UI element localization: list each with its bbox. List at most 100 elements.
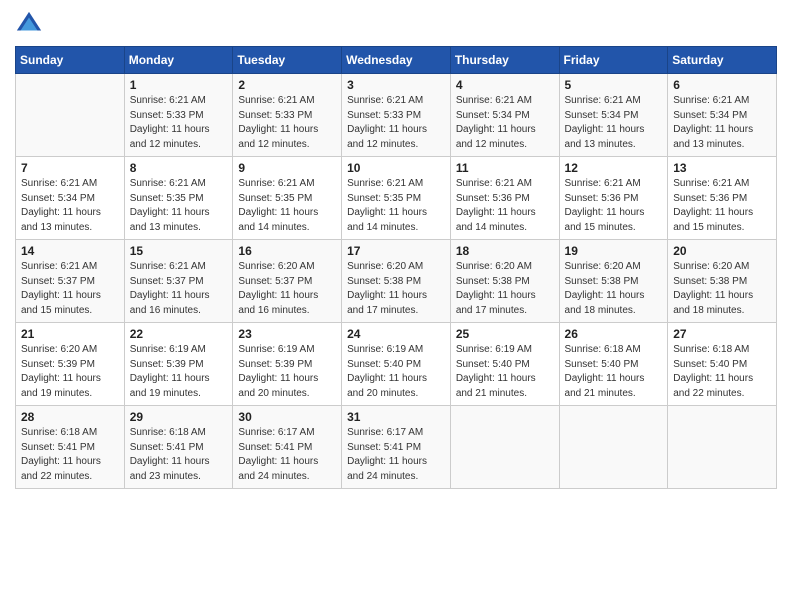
day-info: Sunrise: 6:19 AM Sunset: 5:40 PM Dayligh… xyxy=(456,343,554,401)
day-number: 10 xyxy=(347,161,445,175)
day-info: Sunrise: 6:18 AM Sunset: 5:40 PM Dayligh… xyxy=(673,343,771,401)
calendar-cell: 23 Sunrise: 6:19 AM Sunset: 5:39 PM Dayli… xyxy=(233,323,342,406)
calendar-cell: 28 Sunrise: 6:18 AM Sunset: 5:41 PM Dayli… xyxy=(16,406,125,489)
day-info: Sunrise: 6:21 AM Sunset: 5:36 PM Dayligh… xyxy=(673,177,771,235)
day-info: Sunrise: 6:19 AM Sunset: 5:40 PM Dayligh… xyxy=(347,343,445,401)
calendar-cell: 5 Sunrise: 6:21 AM Sunset: 5:34 PM Daylig… xyxy=(559,74,668,157)
day-info: Sunrise: 6:20 AM Sunset: 5:38 PM Dayligh… xyxy=(673,260,771,318)
calendar-cell: 21 Sunrise: 6:20 AM Sunset: 5:39 PM Dayli… xyxy=(16,323,125,406)
column-header-saturday: Saturday xyxy=(668,47,777,74)
calendar-cell: 7Sunrise: 6:21 AM Sunset: 5:34 PM Daylig… xyxy=(16,157,125,240)
day-info: Sunrise: 6:21 AM Sunset: 5:37 PM Dayligh… xyxy=(130,260,228,318)
calendar-week-row: 28 Sunrise: 6:18 AM Sunset: 5:41 PM Dayli… xyxy=(16,406,777,489)
calendar-week-row: 14 Sunrise: 6:21 AM Sunset: 5:37 PM Dayli… xyxy=(16,240,777,323)
calendar-table: SundayMondayTuesdayWednesdayThursdayFrid… xyxy=(15,46,777,489)
day-number: 2 xyxy=(238,78,336,92)
day-number: 4 xyxy=(456,78,554,92)
day-number: 19 xyxy=(565,244,663,258)
page-header xyxy=(15,10,777,38)
day-info: Sunrise: 6:20 AM Sunset: 5:39 PM Dayligh… xyxy=(21,343,119,401)
calendar-cell: 1Sunrise: 6:21 AM Sunset: 5:33 PM Daylig… xyxy=(124,74,233,157)
calendar-week-row: 7Sunrise: 6:21 AM Sunset: 5:34 PM Daylig… xyxy=(16,157,777,240)
calendar-week-row: 21 Sunrise: 6:20 AM Sunset: 5:39 PM Dayli… xyxy=(16,323,777,406)
day-number: 12 xyxy=(565,161,663,175)
day-number: 27 xyxy=(673,327,771,341)
column-header-tuesday: Tuesday xyxy=(233,47,342,74)
day-info: Sunrise: 6:21 AM Sunset: 5:35 PM Dayligh… xyxy=(130,177,228,235)
day-info: Sunrise: 6:20 AM Sunset: 5:38 PM Dayligh… xyxy=(456,260,554,318)
calendar-week-row: 1 Sunrise: 6:21 AM Sunset: 5:33 PM Daylig… xyxy=(16,74,777,157)
calendar-cell: 16 Sunrise: 6:20 AM Sunset: 5:37 PM Dayli… xyxy=(233,240,342,323)
calendar-cell: 15 Sunrise: 6:21 AM Sunset: 5:37 PM Dayli… xyxy=(124,240,233,323)
day-number: 1 xyxy=(130,78,228,92)
day-number: 14 xyxy=(21,244,119,258)
column-header-wednesday: Wednesday xyxy=(342,47,451,74)
day-number: 16 xyxy=(238,244,336,258)
day-number: 23 xyxy=(238,327,336,341)
day-number: 22 xyxy=(130,327,228,341)
column-header-sunday: Sunday xyxy=(16,47,125,74)
day-info: Sunrise: 6:21 AM Sunset: 5:35 PM Dayligh… xyxy=(347,177,445,235)
day-info: Sunrise: 6:21 AM Sunset: 5:34 PM Dayligh… xyxy=(673,94,771,152)
logo xyxy=(15,10,47,38)
calendar-cell: 8Sunrise: 6:21 AM Sunset: 5:35 PM Daylig… xyxy=(124,157,233,240)
day-info: Sunrise: 6:18 AM Sunset: 5:40 PM Dayligh… xyxy=(565,343,663,401)
day-info: Sunrise: 6:21 AM Sunset: 5:34 PM Dayligh… xyxy=(565,94,663,152)
calendar-header-row: SundayMondayTuesdayWednesdayThursdayFrid… xyxy=(16,47,777,74)
calendar-cell: 3 Sunrise: 6:21 AM Sunset: 5:33 PM Daylig… xyxy=(342,74,451,157)
calendar-cell: 31 Sunrise: 6:17 AM Sunset: 5:41 PM Dayli… xyxy=(342,406,451,489)
calendar-cell: 9 Sunrise: 6:21 AM Sunset: 5:35 PM Daylig… xyxy=(233,157,342,240)
day-number: 24 xyxy=(347,327,445,341)
day-info: Sunrise: 6:21 AM Sunset: 5:34 PM Dayligh… xyxy=(456,94,554,152)
day-number: 15 xyxy=(130,244,228,258)
day-info: Sunrise: 6:21 AM Sunset: 5:37 PM Dayligh… xyxy=(21,260,119,318)
calendar-cell: 12 Sunrise: 6:21 AM Sunset: 5:36 PM Dayli… xyxy=(559,157,668,240)
calendar-cell: 26Sunrise: 6:18 AM Sunset: 5:40 PM Dayli… xyxy=(559,323,668,406)
day-number: 29 xyxy=(130,410,228,424)
day-info: Sunrise: 6:18 AM Sunset: 5:41 PM Dayligh… xyxy=(130,426,228,484)
day-info: Sunrise: 6:20 AM Sunset: 5:38 PM Dayligh… xyxy=(347,260,445,318)
calendar-cell: 30Sunrise: 6:17 AM Sunset: 5:41 PM Dayli… xyxy=(233,406,342,489)
day-number: 21 xyxy=(21,327,119,341)
calendar-cell xyxy=(16,74,125,157)
logo-icon xyxy=(15,10,43,38)
calendar-cell: 11Sunrise: 6:21 AM Sunset: 5:36 PM Dayli… xyxy=(450,157,559,240)
calendar-cell xyxy=(668,406,777,489)
calendar-cell: 24 Sunrise: 6:19 AM Sunset: 5:40 PM Dayli… xyxy=(342,323,451,406)
day-number: 3 xyxy=(347,78,445,92)
day-info: Sunrise: 6:17 AM Sunset: 5:41 PM Dayligh… xyxy=(347,426,445,484)
day-info: Sunrise: 6:21 AM Sunset: 5:34 PM Dayligh… xyxy=(21,177,119,235)
day-number: 11 xyxy=(456,161,554,175)
day-info: Sunrise: 6:18 AM Sunset: 5:41 PM Dayligh… xyxy=(21,426,119,484)
column-header-monday: Monday xyxy=(124,47,233,74)
column-header-thursday: Thursday xyxy=(450,47,559,74)
day-info: Sunrise: 6:21 AM Sunset: 5:35 PM Dayligh… xyxy=(238,177,336,235)
day-number: 9 xyxy=(238,161,336,175)
calendar-cell: 19 Sunrise: 6:20 AM Sunset: 5:38 PM Dayli… xyxy=(559,240,668,323)
day-number: 17 xyxy=(347,244,445,258)
day-info: Sunrise: 6:21 AM Sunset: 5:33 PM Dayligh… xyxy=(347,94,445,152)
calendar-cell: 13 Sunrise: 6:21 AM Sunset: 5:36 PM Dayli… xyxy=(668,157,777,240)
calendar-cell: 6 Sunrise: 6:21 AM Sunset: 5:34 PM Daylig… xyxy=(668,74,777,157)
day-number: 5 xyxy=(565,78,663,92)
day-number: 13 xyxy=(673,161,771,175)
day-number: 18 xyxy=(456,244,554,258)
day-info: Sunrise: 6:20 AM Sunset: 5:38 PM Dayligh… xyxy=(565,260,663,318)
day-number: 28 xyxy=(21,410,119,424)
calendar-cell: 27 Sunrise: 6:18 AM Sunset: 5:40 PM Dayli… xyxy=(668,323,777,406)
calendar-cell: 22Sunrise: 6:19 AM Sunset: 5:39 PM Dayli… xyxy=(124,323,233,406)
calendar-cell: 2Sunrise: 6:21 AM Sunset: 5:33 PM Daylig… xyxy=(233,74,342,157)
calendar-cell xyxy=(450,406,559,489)
calendar-cell xyxy=(559,406,668,489)
day-number: 31 xyxy=(347,410,445,424)
calendar-cell: 20Sunrise: 6:20 AM Sunset: 5:38 PM Dayli… xyxy=(668,240,777,323)
day-number: 6 xyxy=(673,78,771,92)
day-info: Sunrise: 6:19 AM Sunset: 5:39 PM Dayligh… xyxy=(238,343,336,401)
calendar-cell: 25Sunrise: 6:19 AM Sunset: 5:40 PM Dayli… xyxy=(450,323,559,406)
column-header-friday: Friday xyxy=(559,47,668,74)
calendar-cell: 10 Sunrise: 6:21 AM Sunset: 5:35 PM Dayli… xyxy=(342,157,451,240)
day-info: Sunrise: 6:21 AM Sunset: 5:36 PM Dayligh… xyxy=(565,177,663,235)
day-info: Sunrise: 6:20 AM Sunset: 5:37 PM Dayligh… xyxy=(238,260,336,318)
calendar-cell: 29 Sunrise: 6:18 AM Sunset: 5:41 PM Dayli… xyxy=(124,406,233,489)
calendar-cell: 14 Sunrise: 6:21 AM Sunset: 5:37 PM Dayli… xyxy=(16,240,125,323)
